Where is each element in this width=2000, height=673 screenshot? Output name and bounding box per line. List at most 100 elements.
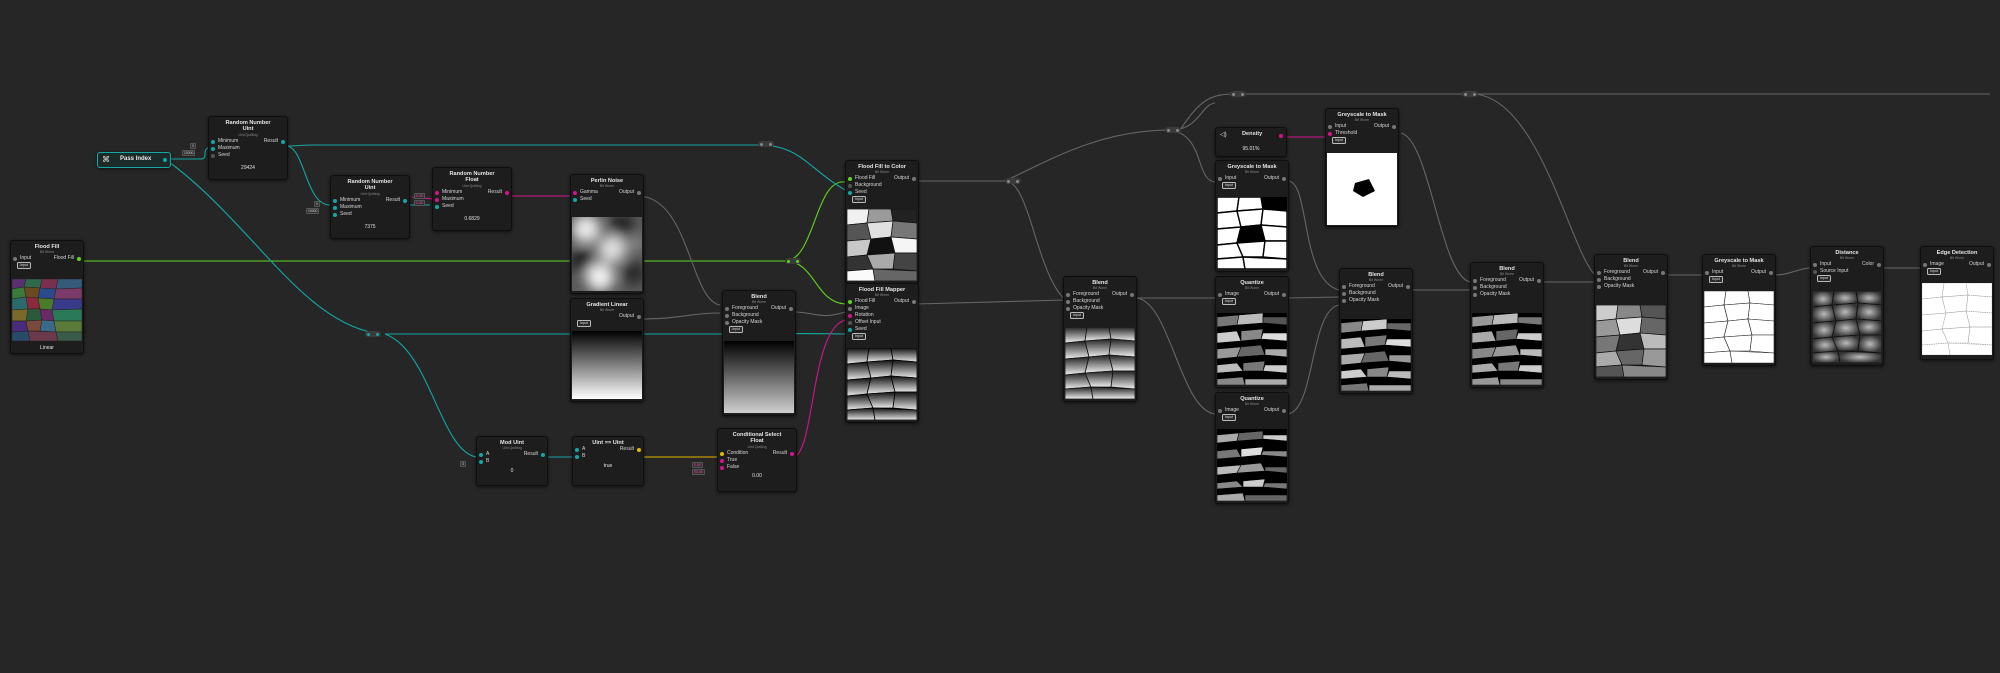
quantize-node[interactable]: Quantize Bit Worm Image Output Input — [1215, 392, 1289, 504]
inline-value[interactable]: 3 — [460, 461, 466, 468]
random-number-float-node[interactable]: Random Number Float Uint Quilting Minimum… — [432, 167, 512, 231]
input-pin[interactable] — [573, 198, 577, 203]
density-node[interactable]: ◁) Density 95.01% — [1215, 127, 1287, 157]
input-badge[interactable]: Input — [17, 262, 31, 269]
input-pin[interactable] — [435, 197, 439, 202]
blend-node[interactable]: Blend Bit Worm Foreground Output Backgrou… — [1594, 254, 1668, 380]
blend-node[interactable]: Blend Bit Worm Foreground Output Backgrou… — [1063, 276, 1137, 402]
output-pin[interactable] — [1392, 125, 1396, 130]
input-pin[interactable] — [1066, 293, 1070, 298]
inline-value[interactable]: 0.00 — [692, 462, 703, 469]
output-pin[interactable] — [1279, 134, 1283, 138]
output-pin[interactable] — [77, 257, 81, 262]
input-pin[interactable] — [1923, 263, 1927, 268]
reroute-node[interactable] — [1230, 91, 1246, 97]
reroute-node[interactable] — [1165, 127, 1181, 133]
input-badge[interactable]: Input — [1927, 268, 1941, 275]
input-pin[interactable] — [1473, 279, 1477, 284]
uint-equals-uint-node[interactable]: Uint == Uint A Result B true — [572, 436, 644, 486]
perlin-noise-node[interactable]: Perlin Noise Bit Worm Gamma Output Seed — [570, 174, 644, 294]
input-badge[interactable]: Input — [852, 333, 866, 340]
quantize-node[interactable]: Quantize Bit Worm Image Output Input — [1215, 276, 1289, 388]
output-pin[interactable] — [1877, 263, 1881, 268]
input-pin[interactable] — [333, 198, 337, 203]
inline-value[interactable]: 0.45 — [414, 193, 425, 200]
inline-value[interactable]: 0 — [314, 201, 320, 208]
output-pin[interactable] — [1130, 293, 1134, 298]
input-badge[interactable]: Input — [577, 320, 591, 327]
input-pin[interactable] — [1597, 278, 1601, 283]
input-pin[interactable] — [720, 458, 724, 463]
input-pin[interactable] — [1473, 293, 1477, 298]
input-badge[interactable]: Input — [729, 326, 743, 333]
input-badge[interactable]: Input — [1222, 182, 1236, 189]
input-pin[interactable] — [848, 191, 852, 196]
input-pin[interactable] — [725, 321, 729, 326]
blend-node[interactable]: Blend Bit Worm Foreground Output Backgrou… — [722, 290, 796, 416]
output-pin[interactable] — [912, 300, 916, 305]
output-pin[interactable] — [1537, 279, 1541, 284]
output-pin[interactable] — [163, 158, 167, 162]
input-pin[interactable] — [1328, 125, 1332, 130]
input-pin[interactable] — [1066, 307, 1070, 312]
input-pin[interactable] — [725, 314, 729, 319]
output-pin[interactable] — [403, 198, 407, 203]
reroute-node[interactable] — [758, 141, 774, 147]
greyscale-to-mask-node[interactable]: Greyscale to Mask Bit Worm Input Output I… — [1702, 254, 1776, 366]
input-badge[interactable]: Input — [1070, 312, 1084, 319]
output-pin[interactable] — [1769, 271, 1773, 276]
input-pin[interactable] — [1473, 286, 1477, 291]
reroute-node[interactable] — [1462, 91, 1478, 97]
reroute-node[interactable] — [365, 331, 381, 337]
input-pin[interactable] — [1597, 271, 1601, 276]
input-pin[interactable] — [1342, 285, 1346, 290]
output-pin[interactable] — [1282, 293, 1286, 298]
output-pin[interactable] — [1987, 263, 1991, 268]
blend-node[interactable]: Blend Bit Worm Foreground Output Backgrou… — [1470, 262, 1544, 388]
input-pin[interactable] — [1597, 285, 1601, 290]
input-pin[interactable] — [1705, 271, 1709, 276]
input-pin[interactable] — [13, 257, 17, 262]
output-pin[interactable] — [1282, 177, 1286, 182]
output-pin[interactable] — [912, 177, 916, 182]
input-badge[interactable]: Input — [1332, 137, 1346, 144]
input-pin[interactable] — [573, 191, 577, 196]
greyscale-to-mask-node[interactable]: Greyscale to Mask Bit Worm Input Output I… — [1215, 160, 1289, 272]
input-pin[interactable] — [575, 448, 579, 453]
input-pin[interactable] — [333, 212, 337, 217]
input-pin[interactable] — [848, 321, 852, 326]
input-pin[interactable] — [1342, 299, 1346, 304]
input-pin[interactable] — [1813, 270, 1817, 275]
input-pin[interactable] — [848, 314, 852, 319]
random-number-uint-node[interactable]: Random Number Uint Uint Quilting Minimum R… — [208, 116, 288, 180]
blend-node[interactable]: Blend Bit Worm Foreground Output Backgrou… — [1339, 268, 1413, 394]
pass-index-node[interactable]: ⌘ Pass Index — [97, 152, 171, 168]
input-pin[interactable] — [720, 451, 724, 456]
conditional-select-float-node[interactable]: Conditional Select Float Uint Quilting Co… — [717, 428, 797, 492]
input-pin[interactable] — [479, 460, 483, 465]
input-pin[interactable] — [435, 190, 439, 195]
input-pin[interactable] — [1813, 263, 1817, 268]
output-pin[interactable] — [1406, 285, 1410, 290]
input-pin[interactable] — [333, 205, 337, 210]
output-pin[interactable] — [637, 448, 641, 453]
output-pin[interactable] — [281, 139, 285, 144]
output-pin[interactable] — [789, 307, 793, 312]
input-pin[interactable] — [848, 328, 852, 333]
input-pin[interactable] — [1328, 132, 1332, 137]
input-badge[interactable]: Input — [1817, 275, 1831, 282]
input-pin[interactable] — [211, 153, 215, 158]
input-pin[interactable] — [1342, 292, 1346, 297]
input-badge[interactable]: Input — [852, 196, 866, 203]
reroute-node[interactable] — [1005, 178, 1021, 184]
input-badge[interactable]: Input — [1709, 276, 1723, 283]
flood-fill-source-node[interactable]: Flood Fill Bit Worm Input Flood Fill Inpu… — [10, 240, 84, 354]
inline-value[interactable]: 0 — [190, 143, 196, 150]
input-pin[interactable] — [435, 204, 439, 209]
output-pin[interactable] — [1661, 271, 1665, 276]
input-pin[interactable] — [479, 453, 483, 458]
input-pin[interactable] — [720, 465, 724, 470]
flood-fill-mapper-node[interactable]: Flood Fill Mapper Bit Worm Flood Fill Out… — [845, 283, 919, 423]
input-pin[interactable] — [1066, 300, 1070, 305]
output-pin[interactable] — [790, 451, 794, 456]
